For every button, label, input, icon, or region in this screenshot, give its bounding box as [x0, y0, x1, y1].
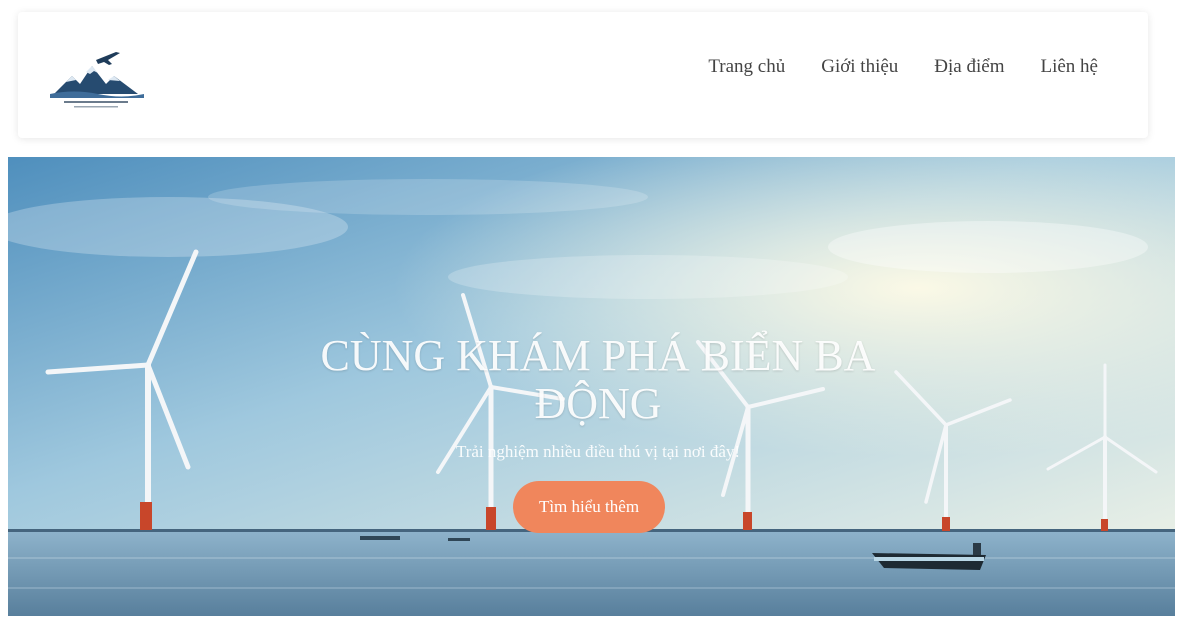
nav-link-contact[interactable]: Liên hệ	[1040, 56, 1098, 78]
hero-title: CÙNG KHÁM PHÁ BIỂN BA ĐỘNG	[320, 331, 876, 428]
main-nav: Trang chủ Giới thiệu Địa điểm Liên hệ	[708, 56, 1098, 78]
learn-more-button[interactable]: Tìm hiểu thêm	[513, 481, 665, 533]
site-logo[interactable]	[46, 42, 146, 112]
hero-subtitle: Trải nghiệm nhiều điều thú vị tại nơi đâ…	[455, 442, 741, 461]
nav-link-home[interactable]: Trang chủ	[708, 56, 785, 78]
site-header: Trang chủ Giới thiệu Địa điểm Liên hệ	[18, 12, 1148, 138]
boat	[360, 536, 400, 540]
boat	[872, 553, 986, 570]
nav-link-about[interactable]: Giới thiệu	[821, 56, 898, 78]
boat	[448, 538, 470, 541]
hero-banner: CÙNG KHÁM PHÁ BIỂN BA ĐỘNG Trải nghiệm n…	[8, 157, 1175, 616]
nav-link-locations[interactable]: Địa điểm	[934, 56, 1004, 78]
